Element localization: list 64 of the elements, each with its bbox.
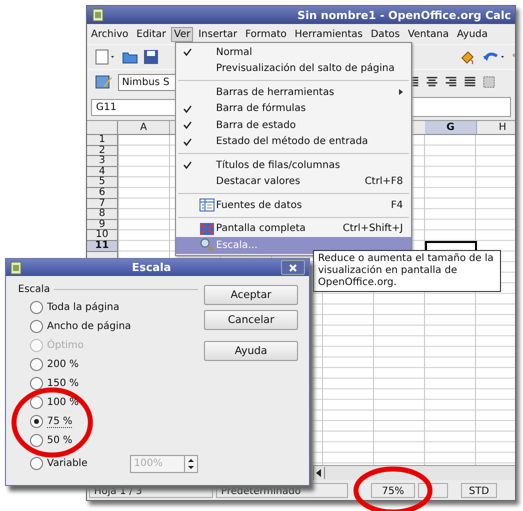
menu-item[interactable]: Ayuda xyxy=(454,26,491,42)
row-header[interactable]: 11 xyxy=(87,240,117,252)
row-header[interactable]: 3 xyxy=(87,156,117,167)
close-button[interactable] xyxy=(281,260,305,275)
dialog-button[interactable]: Aceptar xyxy=(204,285,298,305)
row-header[interactable]: 5 xyxy=(87,177,117,188)
row-header[interactable]: 9 xyxy=(87,220,117,230)
dialog-title: Escala xyxy=(130,261,172,274)
app-icon xyxy=(91,8,105,22)
menu-option[interactable]: Estado del método de entrada xyxy=(176,134,411,150)
row-header[interactable]: 2 xyxy=(87,146,117,156)
radio-option[interactable]: 200 % xyxy=(18,355,79,374)
radio-option[interactable]: 50 % xyxy=(18,431,72,450)
row-header[interactable]: 4 xyxy=(87,166,117,178)
radio-option[interactable]: Toda la página xyxy=(18,298,120,317)
new-document-icon[interactable] xyxy=(95,49,117,65)
status-text: 75% xyxy=(371,482,415,498)
dialog-button[interactable]: Cancelar xyxy=(204,310,298,330)
row-header[interactable]: 1 xyxy=(87,135,117,146)
menu-item[interactable]: Editar xyxy=(133,26,169,42)
menu-option[interactable]: Normal xyxy=(176,44,411,60)
close-icon[interactable] xyxy=(289,264,297,272)
radio-option[interactable]: 150 % xyxy=(18,374,79,393)
dialog-button[interactable]: Ayuda xyxy=(204,341,298,361)
radio-option[interactable]: 100 % xyxy=(18,393,79,412)
scroll-left-button[interactable] xyxy=(314,467,325,479)
radio-option[interactable]: 75 % xyxy=(18,412,72,431)
menu-option[interactable]: Barra de estado xyxy=(176,117,411,134)
stylist-icon[interactable] xyxy=(95,74,113,90)
group-label: Escala xyxy=(18,284,50,294)
menu-option[interactable]: Barra de fórmulas xyxy=(176,100,411,117)
menu-item[interactable]: Ventana xyxy=(404,26,452,42)
menu-option[interactable]: Destacar valores Ctrl+F8 xyxy=(176,174,411,190)
align-right-icon[interactable] xyxy=(444,75,458,89)
table-icon xyxy=(199,198,215,212)
menu-item[interactable]: Datos xyxy=(368,26,403,42)
status-text: STD xyxy=(461,482,497,498)
row-header[interactable]: 6 xyxy=(87,188,117,199)
justify-icon[interactable] xyxy=(463,75,477,89)
radio-option[interactable]: Ancho de página xyxy=(18,317,132,336)
column-header[interactable]: H xyxy=(477,121,515,134)
menu-item[interactable]: Herramientas xyxy=(292,26,366,42)
merge-cells-icon[interactable] xyxy=(482,75,496,89)
menu-item[interactable]: Formato xyxy=(242,26,290,42)
menu-item[interactable]: Insertar xyxy=(195,26,240,42)
row-header[interactable]: 7 xyxy=(87,198,117,210)
column-header[interactable]: G xyxy=(425,121,477,134)
fullscreen-icon xyxy=(199,222,215,236)
tooltip: Reduce o aumenta el tamaño de la visualización en pantalla de OpenOffice.org. xyxy=(313,250,501,292)
column-header[interactable]: A xyxy=(118,121,170,134)
magnifier-icon xyxy=(199,238,215,252)
name-box-field[interactable]: G11 xyxy=(91,98,176,116)
align-center-icon[interactable] xyxy=(425,75,439,89)
menu-item[interactable]: Archivo xyxy=(88,26,132,42)
menu-option[interactable]: Fuentes de datos F4 xyxy=(176,197,411,214)
row-header[interactable]: 8 xyxy=(87,209,117,220)
menu-option[interactable]: Títulos de filas/columnas xyxy=(176,157,411,174)
menu-option[interactable]: Barras de herramientas xyxy=(176,84,411,100)
menu-option[interactable]: Pantalla completa Ctrl+Shift+J xyxy=(176,220,411,237)
window-title: Sin nombre1 - OpenOffice.org Calc xyxy=(297,8,511,22)
menu-option[interactable]: Previsualización del salto de página xyxy=(176,60,411,77)
save-icon[interactable] xyxy=(143,49,159,65)
app-icon xyxy=(10,260,22,274)
menu-item[interactable]: Ver xyxy=(171,26,194,42)
